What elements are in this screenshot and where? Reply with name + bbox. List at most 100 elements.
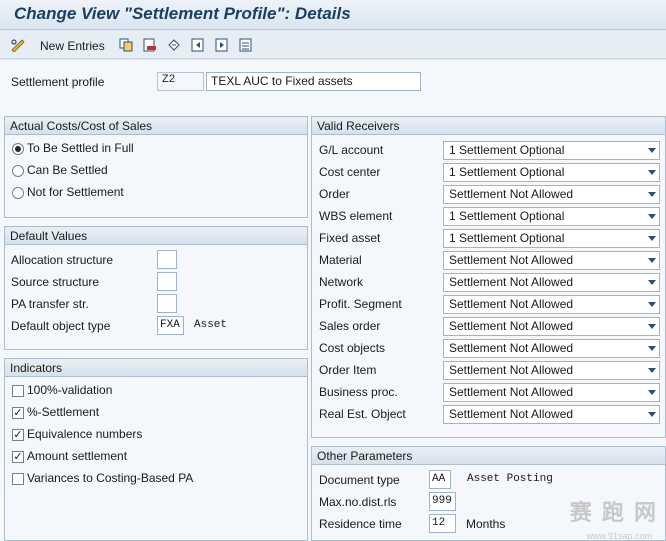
next-entry-icon[interactable] [214, 37, 230, 53]
allocation-structure-field[interactable] [157, 250, 177, 269]
pa-transfer-structure-field[interactable] [157, 294, 177, 313]
receiver-dropdown[interactable]: 1 Settlement Optional [443, 163, 660, 182]
receiver-dropdown[interactable]: 1 Settlement Optional [443, 141, 660, 160]
undo-icon[interactable] [166, 37, 182, 53]
receiver-dropdown-value: Settlement Not Allowed [449, 385, 574, 399]
indicators-group-title: Indicators [5, 359, 307, 377]
actual-costs-group-title: Actual Costs/Cost of Sales [5, 117, 307, 135]
receiver-label: Order [319, 187, 350, 201]
delete-icon[interactable] [142, 37, 158, 53]
checkbox-label-equivalence-numbers: Equivalence numbers [27, 427, 143, 441]
checkbox-100-percent-validation[interactable] [12, 385, 24, 397]
receiver-dropdown-value: Settlement Not Allowed [449, 363, 574, 377]
receiver-dropdown-value: Settlement Not Allowed [449, 319, 574, 333]
chevron-down-icon[interactable] [648, 390, 656, 395]
receiver-dropdown-value: Settlement Not Allowed [449, 341, 574, 355]
receiver-dropdown-value: 1 Settlement Optional [449, 143, 565, 157]
residence-time-field[interactable]: 12 [429, 514, 456, 533]
checkbox-variances-costing-pa[interactable] [12, 473, 24, 485]
receiver-dropdown-value: Settlement Not Allowed [449, 275, 574, 289]
settlement-profile-label: Settlement profile [11, 75, 105, 89]
allocation-structure-label: Allocation structure [11, 253, 114, 267]
checkbox-amount-settlement[interactable]: ✓ [12, 451, 24, 463]
chevron-down-icon[interactable] [648, 214, 656, 219]
receiver-label: Business proc. [319, 385, 398, 399]
receiver-label: G/L account [319, 143, 384, 157]
receiver-label: WBS element [319, 209, 393, 223]
checkbox-equivalence-numbers[interactable]: ✓ [12, 429, 24, 441]
chevron-down-icon[interactable] [648, 368, 656, 373]
settlement-profile-code-field[interactable]: Z2 [157, 72, 204, 91]
receiver-dropdown-value: Settlement Not Allowed [449, 187, 574, 201]
default-values-group: Default Values Allocation structure Sour… [4, 226, 308, 350]
watermark-url: www.91sap.com [586, 531, 652, 541]
valid-receivers-group-title: Valid Receivers [312, 117, 665, 135]
chevron-down-icon[interactable] [648, 346, 656, 351]
residence-time-unit: Months [466, 517, 506, 531]
chevron-down-icon[interactable] [648, 148, 656, 153]
radio-label-not-for-settlement: Not for Settlement [27, 185, 124, 199]
document-type-field[interactable]: AA [429, 470, 451, 489]
copy-icon[interactable] [118, 37, 134, 53]
checkbox-label-variances-costing-pa: Variances to Costing-Based PA [27, 471, 194, 485]
chevron-down-icon[interactable] [648, 412, 656, 417]
receiver-label: Material [319, 253, 362, 267]
valid-receivers-group: Valid Receivers G/L account 1 Settlement … [311, 116, 666, 438]
checkbox-label-100-percent-validation: 100%-validation [27, 383, 113, 397]
receiver-dropdown-value: Settlement Not Allowed [449, 253, 574, 267]
receiver-dropdown-value: Settlement Not Allowed [449, 297, 574, 311]
chevron-down-icon[interactable] [648, 302, 656, 307]
default-object-type-label: Default object type [11, 319, 111, 333]
receiver-dropdown[interactable]: Settlement Not Allowed [443, 317, 660, 336]
residence-time-label: Residence time [319, 517, 402, 531]
receiver-label: Network [319, 275, 364, 289]
window-title: Change View "Settlement Profile": Detail… [14, 4, 351, 23]
chevron-down-icon[interactable] [648, 170, 656, 175]
radio-label-can-be-settled: Can Be Settled [27, 163, 108, 177]
prev-entry-icon[interactable] [190, 37, 206, 53]
new-entries-button[interactable]: New Entries [40, 39, 105, 53]
checkbox-label-percent-settlement: %-Settlement [27, 405, 100, 419]
receiver-label: Cost objects [319, 341, 386, 355]
receiver-dropdown[interactable]: Settlement Not Allowed [443, 273, 660, 292]
actual-costs-group: Actual Costs/Cost of Sales To Be Settled… [4, 116, 308, 218]
receiver-dropdown[interactable]: Settlement Not Allowed [443, 383, 660, 402]
checkbox-percent-settlement[interactable]: ✓ [12, 407, 24, 419]
chevron-down-icon[interactable] [648, 280, 656, 285]
receiver-dropdown[interactable]: 1 Settlement Optional [443, 207, 660, 226]
max-dist-rules-field[interactable]: 999 [429, 492, 456, 511]
default-object-type-description: Asset [194, 319, 228, 331]
receiver-label: Sales order [319, 319, 381, 333]
watermark-logo: 赛 跑 网 [569, 500, 658, 525]
radio-label-to-be-settled: To Be Settled in Full [27, 141, 134, 155]
settlement-profile-description-field[interactable]: TEXL AUC to Fixed assets [206, 72, 421, 91]
radio-not-for-settlement[interactable] [12, 187, 24, 199]
receiver-label: Cost center [319, 165, 381, 179]
select-all-icon[interactable] [238, 37, 254, 53]
receiver-label: Real Est. Object [319, 407, 406, 421]
chevron-down-icon[interactable] [648, 324, 656, 329]
other-parameters-group-title: Other Parameters [312, 447, 665, 465]
chevron-down-icon[interactable] [648, 258, 656, 263]
application-toolbar: New Entries [0, 31, 666, 59]
radio-to-be-settled-in-full[interactable] [12, 143, 24, 155]
receiver-dropdown[interactable]: Settlement Not Allowed [443, 339, 660, 358]
receiver-dropdown[interactable]: Settlement Not Allowed [443, 295, 660, 314]
pa-transfer-structure-label: PA transfer str. [11, 297, 89, 311]
receiver-dropdown-value: 1 Settlement Optional [449, 231, 565, 245]
receiver-dropdown[interactable]: Settlement Not Allowed [443, 251, 660, 270]
receiver-dropdown[interactable]: Settlement Not Allowed [443, 405, 660, 424]
chevron-down-icon[interactable] [648, 236, 656, 241]
edit-glasses-icon[interactable] [10, 37, 26, 53]
radio-can-be-settled[interactable] [12, 165, 24, 177]
chevron-down-icon[interactable] [648, 192, 656, 197]
receiver-dropdown[interactable]: Settlement Not Allowed [443, 185, 660, 204]
receiver-dropdown[interactable]: 1 Settlement Optional [443, 229, 660, 248]
receiver-dropdown-value: 1 Settlement Optional [449, 209, 565, 223]
receiver-label: Order Item [319, 363, 377, 377]
document-type-label: Document type [319, 473, 400, 487]
receiver-label: Profit. Segment [319, 297, 402, 311]
default-object-type-field[interactable]: FXA [157, 316, 184, 335]
source-structure-field[interactable] [157, 272, 177, 291]
receiver-dropdown[interactable]: Settlement Not Allowed [443, 361, 660, 380]
